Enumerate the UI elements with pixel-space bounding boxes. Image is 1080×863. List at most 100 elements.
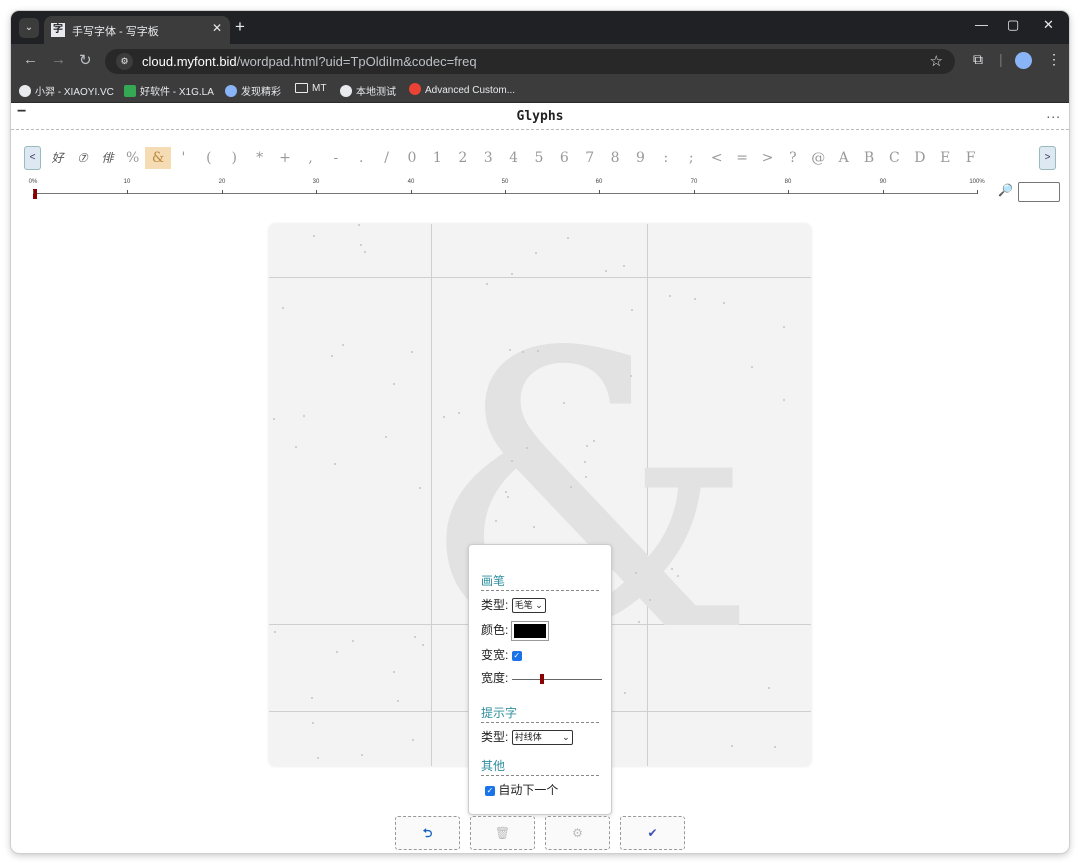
- glyph-item[interactable]: =: [729, 147, 754, 169]
- acf-icon: [409, 83, 421, 95]
- paper-speck: [458, 412, 460, 414]
- paper-speck: [509, 349, 511, 351]
- reload-icon[interactable]: ↻: [79, 51, 92, 69]
- glyph-item[interactable]: >: [755, 147, 780, 169]
- app-header: − Glyphs ...: [11, 103, 1069, 130]
- glyph-item[interactable]: 5: [526, 147, 551, 169]
- glyph-item[interactable]: @: [806, 147, 831, 169]
- paper-speck: [584, 461, 586, 463]
- glyph-item[interactable]: A: [831, 147, 856, 169]
- bookmark-local-test[interactable]: 本地测试: [340, 83, 396, 98]
- glyph-item[interactable]: 6: [552, 147, 577, 169]
- glyph-item[interactable]: C: [882, 147, 907, 169]
- globe-icon: [340, 85, 352, 97]
- bookmark-star-icon[interactable]: ☆: [930, 52, 943, 70]
- menu-kebab-icon[interactable]: ⋮: [1047, 51, 1061, 68]
- bookmarks-bar: 小羿 - XIAOYI.VC 好软件 - X1G.LA 发现精彩 MT 本地测试…: [11, 78, 1069, 103]
- zoom-input[interactable]: [1018, 182, 1060, 202]
- paper-speck: [393, 671, 395, 673]
- delete-button[interactable]: 🗑: [470, 816, 535, 850]
- glyph-item[interactable]: -: [323, 147, 348, 169]
- extensions-icon[interactable]: ⧉: [973, 51, 983, 68]
- paper-speck: [317, 757, 319, 759]
- paper-speck: [411, 351, 413, 353]
- progress-ruler[interactable]: 0% 10 20 30 40 50 60 70 80 90 100%: [29, 179, 985, 201]
- profile-avatar-icon[interactable]: [1015, 52, 1032, 69]
- bookmark-xiaoyi[interactable]: 小羿 - XIAOYI.VC: [19, 83, 114, 98]
- url-text[interactable]: cloud.myfont.bid/wordpad.html?uid=TpOldi…: [142, 54, 477, 69]
- glyph-item[interactable]: 9: [628, 147, 653, 169]
- glyph-item-selected[interactable]: &: [145, 147, 171, 169]
- paper-speck: [630, 375, 632, 377]
- paper-speck: [443, 416, 445, 418]
- tab-close-icon[interactable]: ✕: [212, 21, 222, 35]
- paper-speck: [273, 418, 275, 420]
- new-tab-button[interactable]: +: [235, 17, 245, 37]
- glyph-item[interactable]: .: [349, 147, 374, 169]
- glyph-item[interactable]: /: [374, 147, 399, 169]
- glyph-item[interactable]: 4: [501, 147, 526, 169]
- tab-search-button[interactable]: ⌄: [19, 18, 39, 38]
- close-window-button[interactable]: ✕: [1043, 17, 1054, 33]
- glyph-item[interactable]: ,: [298, 147, 323, 169]
- glyph-item[interactable]: 3: [475, 147, 500, 169]
- glyph-item[interactable]: ⑦: [70, 147, 95, 169]
- width-slider[interactable]: [511, 673, 602, 685]
- page-title: Glyphs: [516, 109, 564, 124]
- minimize-button[interactable]: —: [975, 17, 988, 32]
- color-picker[interactable]: [510, 620, 549, 641]
- variable-width-checkbox[interactable]: ✓: [511, 650, 522, 661]
- tab-active[interactable]: 字 手写字体 - 写字板 ✕: [44, 16, 230, 44]
- settings-button[interactable]: ⚙: [545, 816, 610, 850]
- auto-next-checkbox[interactable]: ✓: [485, 785, 495, 796]
- glyph-item[interactable]: E: [933, 147, 958, 169]
- glyph-item[interactable]: F: [958, 147, 983, 169]
- glyph-item[interactable]: :: [653, 147, 678, 169]
- bookmark-folder-mt[interactable]: MT: [295, 83, 326, 94]
- paper-speck: [414, 636, 416, 638]
- bookmark-acf[interactable]: Advanced Custom...: [409, 83, 515, 96]
- glyph-item[interactable]: %: [120, 147, 145, 169]
- slider-knob[interactable]: [539, 673, 544, 684]
- undo-button[interactable]: ⮌: [395, 816, 460, 850]
- glyph-item[interactable]: 2: [450, 147, 475, 169]
- glyph-item[interactable]: D: [907, 147, 932, 169]
- next-glyphs-button[interactable]: >: [1039, 146, 1056, 170]
- glyph-item[interactable]: ): [222, 147, 247, 169]
- paper-speck: [336, 651, 338, 653]
- paper-speck: [360, 244, 362, 246]
- hint-type-select[interactable]: 衬线体 ⌄: [511, 730, 573, 746]
- brush-type-select[interactable]: 毛笔 ⌄: [511, 598, 546, 614]
- paper-speck: [649, 599, 651, 601]
- site-info-icon[interactable]: ⚙: [116, 53, 133, 70]
- paper-speck: [723, 302, 725, 304]
- forward-arrow-icon[interactable]: →: [51, 51, 66, 68]
- glyph-item[interactable]: ?: [780, 147, 805, 169]
- paper-speck: [586, 445, 588, 447]
- hint-type-row: 类型: 衬线体 ⌄: [481, 728, 573, 746]
- glyph-item[interactable]: 好: [45, 147, 70, 169]
- glyph-item[interactable]: 1: [425, 147, 450, 169]
- glyph-item[interactable]: *: [247, 147, 272, 169]
- glyph-item[interactable]: (: [196, 147, 221, 169]
- address-bar[interactable]: ⚙ cloud.myfont.bid/wordpad.html?uid=TpOl…: [105, 49, 955, 74]
- back-arrow-icon[interactable]: ←: [23, 51, 38, 68]
- glyph-item[interactable]: 8: [602, 147, 627, 169]
- ruler-tick: [694, 190, 695, 194]
- glyph-item[interactable]: +: [272, 147, 297, 169]
- more-options-button[interactable]: ...: [1046, 105, 1061, 121]
- prev-glyphs-button[interactable]: <: [24, 146, 41, 170]
- paper-speck: [313, 235, 315, 237]
- glyph-item[interactable]: ': [171, 147, 196, 169]
- glyph-item[interactable]: ;: [679, 147, 704, 169]
- glyph-item[interactable]: B: [856, 147, 881, 169]
- maximize-button[interactable]: ▢: [1007, 17, 1019, 33]
- confirm-button[interactable]: ✔: [620, 816, 685, 850]
- ruler-label: 80: [784, 179, 792, 185]
- glyph-item[interactable]: 俳: [95, 147, 120, 169]
- bookmark-x1g[interactable]: 好软件 - X1G.LA: [124, 83, 214, 98]
- glyph-item[interactable]: <: [704, 147, 729, 169]
- bookmark-discover[interactable]: 发现精彩: [225, 83, 281, 98]
- glyph-item[interactable]: 0: [399, 147, 424, 169]
- glyph-item[interactable]: 7: [577, 147, 602, 169]
